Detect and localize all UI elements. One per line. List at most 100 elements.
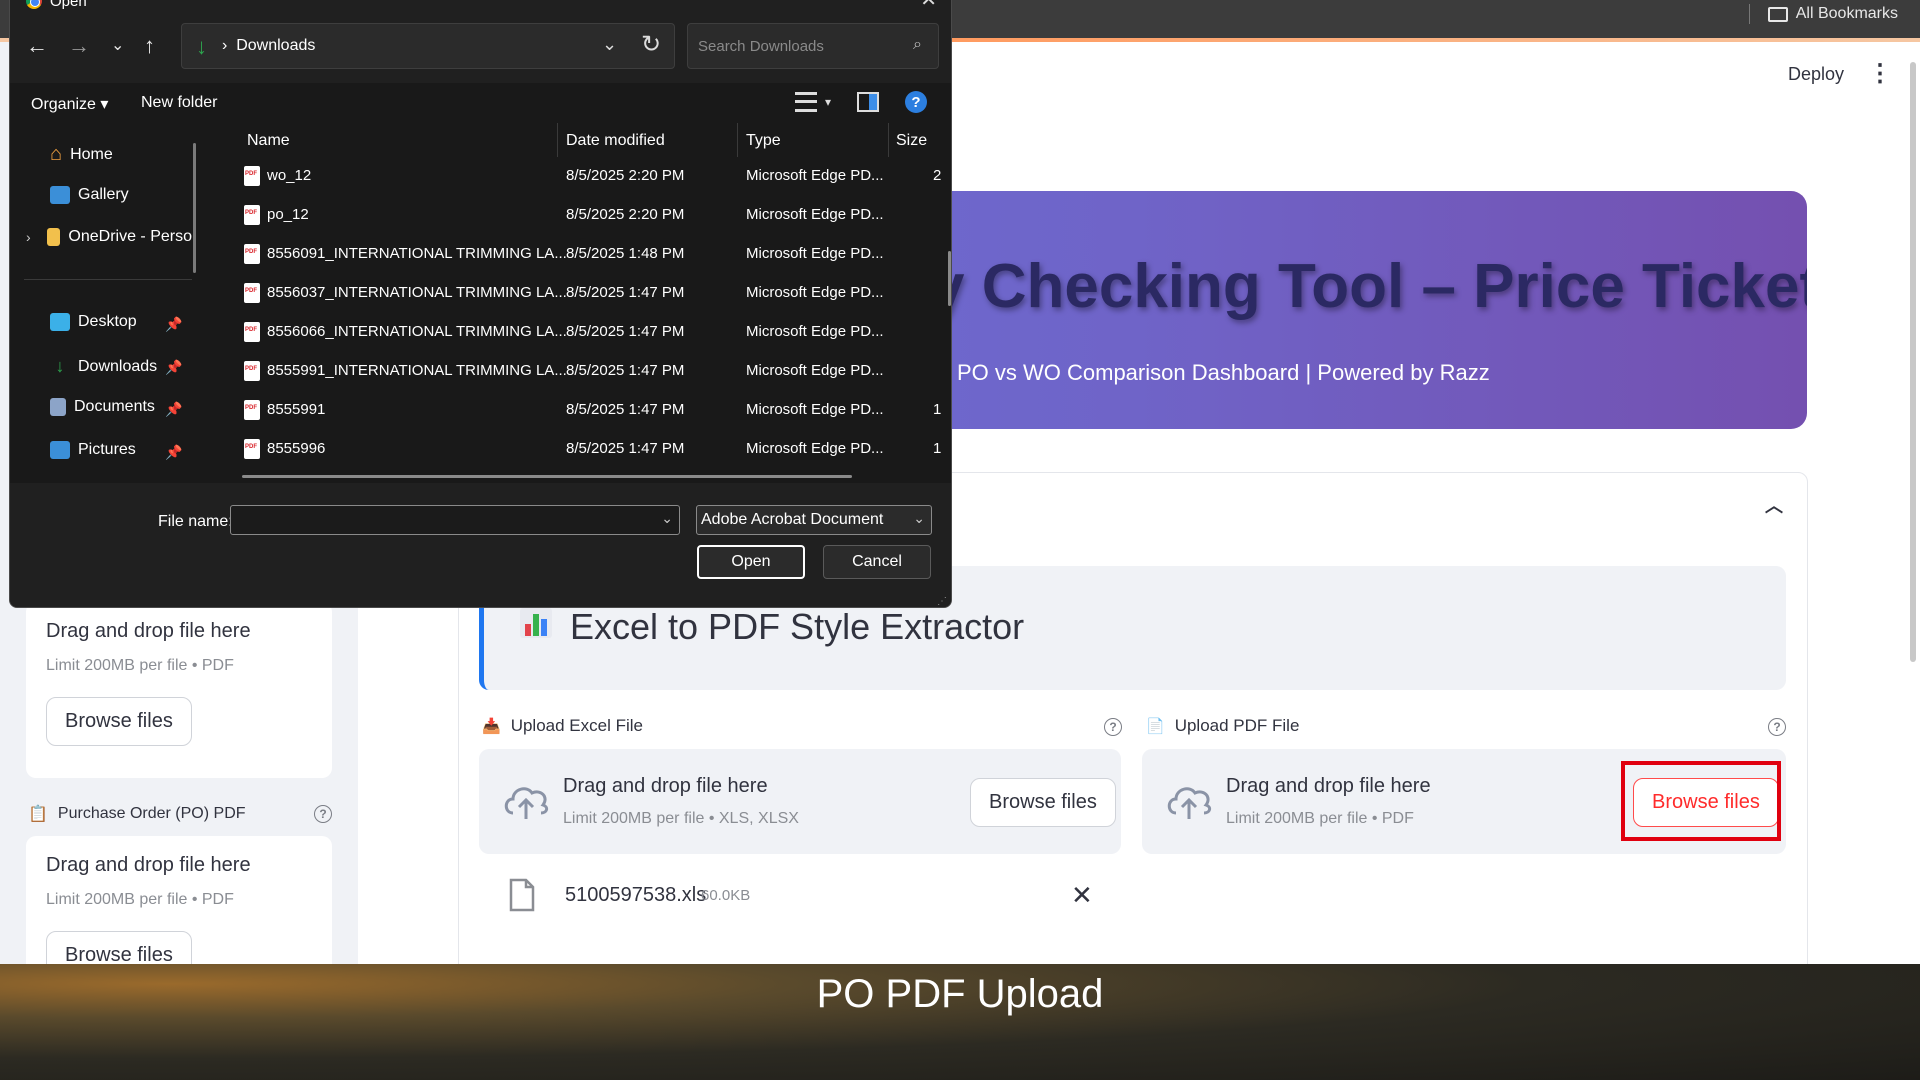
- dropzone-limit: Limit 200MB per file • PDF: [46, 891, 234, 908]
- scrollbar-thumb[interactable]: [1910, 62, 1916, 662]
- remove-file-icon[interactable]: ✕: [1071, 880, 1093, 911]
- help-icon[interactable]: ?: [1768, 718, 1786, 736]
- file-row[interactable]: 8555991 8/5/2025 1:47 PM Microsoft Edge …: [210, 391, 951, 430]
- help-icon[interactable]: ?: [314, 805, 332, 823]
- file-row[interactable]: po_12 8/5/2025 2:20 PM Microsoft Edge PD…: [210, 196, 951, 235]
- breadcrumb[interactable]: › Downloads: [222, 37, 315, 55]
- nav-item-documents[interactable]: Documents: [50, 398, 155, 416]
- all-bookmarks-label: All Bookmarks: [1795, 5, 1898, 22]
- dialog-toolbar: Organize ▾ New folder ▾ ?: [10, 83, 951, 123]
- kebab-menu-icon[interactable]: ⋮: [1868, 62, 1892, 86]
- file-row[interactable]: 8555996 8/5/2025 1:47 PM Microsoft Edge …: [210, 430, 951, 469]
- chevron-up-icon[interactable]: ︿: [1765, 492, 1783, 518]
- bar-chart-icon: [520, 608, 552, 638]
- dialog-footer: File name: ⌄ Adobe Acrobat Document ⌄ Op…: [10, 483, 951, 607]
- file-row[interactable]: 8555991_INTERNATIONAL TRIMMING LA... 8/5…: [210, 352, 951, 391]
- open-button[interactable]: Open: [697, 545, 805, 579]
- pin-icon[interactable]: 📌: [165, 401, 182, 418]
- navigation-pane: ⌂ Home Gallery › OneDrive - Perso Deskto…: [10, 123, 210, 483]
- banner-subtitle: l PO vs WO Comparison Dashboard | Powere…: [946, 360, 1490, 385]
- excel-browse-files-button[interactable]: Browse files: [970, 777, 1116, 827]
- file-type-select[interactable]: Adobe Acrobat Document ⌄: [696, 505, 932, 535]
- file-name: po_12: [267, 206, 309, 223]
- pdf-file-icon: [244, 439, 260, 459]
- file-list-horizontal-scrollbar[interactable]: [242, 475, 852, 478]
- file-row[interactable]: wo_12 8/5/2025 2:20 PM Microsoft Edge PD…: [210, 157, 951, 196]
- dropzone-limit: Limit 200MB per file • PDF: [1226, 810, 1414, 827]
- chevron-down-icon[interactable]: ⌄: [602, 34, 617, 55]
- forward-arrow-icon[interactable]: →: [68, 33, 90, 59]
- file-name: wo_12: [267, 167, 312, 184]
- back-arrow-icon[interactable]: ←: [26, 33, 48, 59]
- nav-separator: [24, 279, 192, 280]
- sidebar-dropzone-2[interactable]: Drag and drop file here Limit 200MB per …: [26, 836, 332, 980]
- caption-text: PO PDF Upload: [816, 972, 1104, 1016]
- pictures-icon: [50, 441, 70, 459]
- nav-item-home[interactable]: ⌂ Home: [50, 143, 113, 166]
- highlight-box: [1621, 761, 1781, 841]
- file-row[interactable]: 8556091_INTERNATIONAL TRIMMING LA... 8/5…: [210, 235, 951, 274]
- page-scrollbar[interactable]: [1906, 42, 1920, 964]
- clipboard-icon: 📋: [28, 806, 48, 823]
- pin-icon[interactable]: 📌: [165, 316, 182, 333]
- pdf-file-icon: [244, 361, 260, 381]
- nav-item-label: Documents: [74, 398, 155, 415]
- file-date: 8/5/2025 1:48 PM: [566, 245, 685, 262]
- file-list-vertical-scrollbar[interactable]: [948, 251, 951, 306]
- file-type: Microsoft Edge PD...: [746, 362, 884, 379]
- help-icon[interactable]: ?: [1104, 718, 1122, 736]
- cloud-upload-icon: [504, 787, 549, 819]
- nav-item-onedrive[interactable]: › OneDrive - Perso: [26, 228, 192, 246]
- column-size[interactable]: Size: [896, 132, 927, 150]
- search-input[interactable]: Search Downloads ⌕: [687, 23, 939, 69]
- nav-item-downloads[interactable]: ↓ Downloads: [50, 356, 158, 377]
- pin-icon[interactable]: 📌: [165, 444, 182, 461]
- search-placeholder: Search Downloads: [698, 38, 824, 55]
- organize-button[interactable]: Organize ▾: [31, 94, 108, 114]
- nav-scrollbar[interactable]: [193, 143, 196, 273]
- help-icon[interactable]: ?: [905, 91, 927, 113]
- file-name-input[interactable]: ⌄: [230, 505, 680, 535]
- new-folder-button[interactable]: New folder: [141, 94, 217, 112]
- dropzone-limit: Limit 200MB per file • XLS, XLSX: [563, 810, 799, 827]
- file-row[interactable]: 8556066_INTERNATIONAL TRIMMING LA... 8/5…: [210, 313, 951, 352]
- sidebar-dropzone-1[interactable]: Drag and drop file here Limit 200MB per …: [26, 602, 332, 778]
- file-type: Microsoft Edge PD...: [746, 284, 884, 301]
- file-date: 8/5/2025 1:47 PM: [566, 323, 685, 340]
- video-caption-bar: PO PDF Upload: [0, 964, 1920, 1080]
- up-arrow-icon[interactable]: ↑: [144, 33, 155, 59]
- documents-icon: [50, 398, 66, 416]
- column-divider: [557, 123, 558, 157]
- list-view-icon: [794, 92, 817, 112]
- column-date-modified[interactable]: Date modified: [566, 132, 665, 150]
- chevron-down-icon[interactable]: ⌄: [661, 510, 673, 527]
- file-row[interactable]: 8556037_INTERNATIONAL TRIMMING LA... 8/5…: [210, 274, 951, 313]
- file-type-value: Adobe Acrobat Document: [701, 511, 884, 528]
- view-options-button[interactable]: ▾: [794, 92, 831, 112]
- address-bar[interactable]: ↓ › Downloads ⌄ ↻: [181, 23, 675, 69]
- nav-item-gallery[interactable]: Gallery: [50, 186, 129, 204]
- pdf-file-icon: [244, 244, 260, 264]
- refresh-icon[interactable]: ↻: [641, 30, 661, 59]
- close-icon[interactable]: ✕: [920, 0, 937, 12]
- chevron-down-icon[interactable]: ⌄: [111, 35, 124, 55]
- all-bookmarks-button[interactable]: All Bookmarks: [1748, 4, 1898, 24]
- file-date: 8/5/2025 2:20 PM: [566, 167, 685, 184]
- nav-item-desktop[interactable]: Desktop: [50, 313, 137, 331]
- extractor-title: Excel to PDF Style Extractor: [570, 606, 1025, 647]
- pin-icon[interactable]: 📌: [165, 359, 182, 376]
- column-name[interactable]: Name: [247, 132, 290, 150]
- file-list: Name Date modified Type Size wo_12 8/5/2…: [210, 123, 951, 483]
- home-icon: ⌂: [50, 143, 63, 165]
- preview-pane-icon[interactable]: [857, 92, 879, 112]
- excel-dropzone[interactable]: Drag and drop file here Limit 200MB per …: [479, 749, 1121, 854]
- chevron-right-icon[interactable]: ›: [26, 229, 39, 245]
- deploy-button[interactable]: Deploy: [1788, 64, 1844, 85]
- nav-item-pictures[interactable]: Pictures: [50, 441, 136, 459]
- column-type[interactable]: Type: [746, 132, 781, 150]
- resize-grip-icon[interactable]: ⋰: [937, 596, 947, 607]
- column-divider: [737, 123, 738, 157]
- sidebar-browse-files-button-1[interactable]: Browse files: [46, 697, 192, 746]
- dropzone-instructions: Drag and drop file here Limit 200MB per …: [1226, 775, 1431, 828]
- cancel-button[interactable]: Cancel: [823, 545, 931, 579]
